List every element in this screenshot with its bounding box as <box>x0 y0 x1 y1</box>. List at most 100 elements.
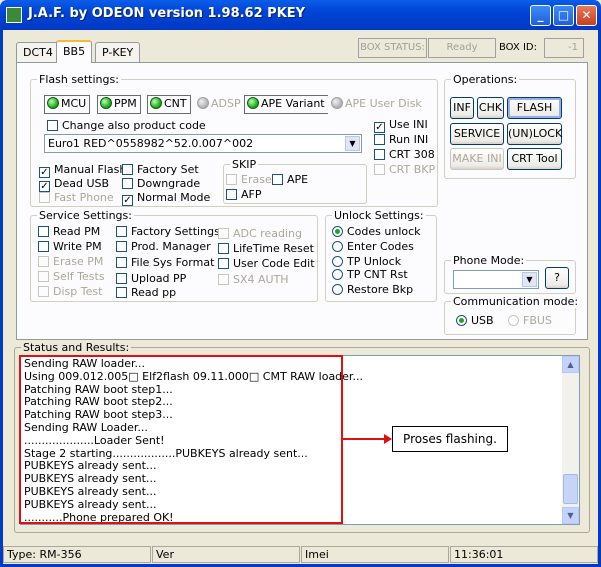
read-pm-checkbox[interactable]: Read PM <box>38 225 100 238</box>
chk-button[interactable]: CHK <box>477 97 504 119</box>
unlock-settings-title: Unlock Settings: <box>332 209 426 222</box>
crt-tool-button[interactable]: CRT Tool <box>507 148 562 170</box>
service-button[interactable]: SERVICE <box>450 123 504 145</box>
crt-bkp-checkbox[interactable]: CRT BKP <box>374 163 435 176</box>
radio-icon <box>332 269 343 280</box>
led-on-icon <box>47 97 59 109</box>
maximize-button[interactable]: □ <box>553 5 574 26</box>
radio-selected-icon <box>332 226 343 237</box>
scroll-down-icon[interactable]: ▼ <box>562 507 579 524</box>
communication-mode-title: Communication mode: <box>451 295 581 308</box>
tab-pkey[interactable]: P-KEY <box>95 42 141 62</box>
checkbox-icon <box>218 243 229 254</box>
minimize-button[interactable]: _ <box>530 5 551 26</box>
enter-codes-radio[interactable]: Enter Codes <box>332 240 414 253</box>
phone-mode-select[interactable]: ▼ <box>453 270 539 289</box>
tab-bb5[interactable]: BB5 <box>56 40 93 63</box>
led-ape-user-disk[interactable]: APE User Disk <box>328 95 426 114</box>
phone-mode-help-button[interactable]: ? <box>545 267 569 289</box>
checkmark-icon: ✓ <box>374 122 385 133</box>
tp-unlock-radio[interactable]: TP Unlock <box>332 255 401 268</box>
make-ini-button[interactable]: MAKE INI <box>450 148 504 170</box>
checkbox-icon <box>47 120 58 131</box>
lifetime-reset-checkbox[interactable]: LifeTime Reset <box>218 242 314 255</box>
chevron-down-icon: ▼ <box>345 136 360 151</box>
skip-title: SKIP <box>230 158 259 171</box>
usb-radio[interactable]: USB <box>456 314 494 327</box>
unlock-button[interactable]: (UN)LOCK <box>507 123 562 145</box>
tab-dct4[interactable]: DCT4 <box>16 42 60 62</box>
led-adsp[interactable]: ADSP <box>194 95 245 114</box>
skip-ape-checkbox[interactable]: APE <box>272 173 308 186</box>
checkbox-icon <box>122 178 133 189</box>
checkbox-icon <box>116 257 127 268</box>
disp-test-checkbox[interactable]: Disp Test <box>38 285 102 298</box>
codes-unlock-radio[interactable]: Codes unlock <box>332 225 421 238</box>
annotation-callout: Proses flashing. <box>392 426 508 452</box>
log-scrollbar[interactable]: ▲ ▼ <box>562 356 579 524</box>
adc-reading-checkbox[interactable]: ADC reading <box>218 227 302 240</box>
chevron-down-icon: ▼ <box>522 272 537 287</box>
box-id-value: -1 <box>544 38 584 58</box>
normal-mode-checkbox[interactable]: ✓ Normal Mode <box>122 191 210 206</box>
product-code-select[interactable]: Euro1 RED^0558982^52.0.007^002 ▼ <box>44 134 362 153</box>
inf-button[interactable]: INF <box>450 97 474 119</box>
skip-afp-checkbox[interactable]: AFP <box>226 188 262 201</box>
box-status-label: BOX STATUS: <box>358 38 427 58</box>
checkbox-icon <box>218 258 229 269</box>
scroll-thumb[interactable] <box>563 474 578 504</box>
dead-usb-checkbox[interactable]: ✓ Dead USB <box>39 177 109 192</box>
flash-button[interactable]: FLASH <box>507 97 562 119</box>
status-time: 11:36:01 <box>450 546 598 563</box>
annotation-arrow-line <box>343 438 387 440</box>
change-product-code-checkbox[interactable]: Change also product code <box>47 119 206 132</box>
led-ape-variant[interactable]: APE Variant <box>244 95 329 114</box>
restore-bkp-radio[interactable]: Restore Bkp <box>332 283 413 296</box>
downgrade-checkbox[interactable]: Downgrade <box>122 177 200 190</box>
arrow-right-icon <box>384 434 392 444</box>
checkbox-icon <box>218 274 229 285</box>
close-button[interactable]: ✕ <box>576 5 597 26</box>
fbus-radio[interactable]: FBUS <box>508 314 552 327</box>
skip-erase-checkbox[interactable]: Erase <box>226 173 272 186</box>
fast-phone-checkbox[interactable]: Fast Phone <box>39 191 114 204</box>
erase-pm-checkbox[interactable]: Erase PM <box>38 255 103 268</box>
upload-pp-checkbox[interactable]: Upload PP <box>116 272 186 285</box>
led-cnt[interactable]: CNT <box>147 95 191 114</box>
crt308-checkbox[interactable]: CRT 308 <box>374 148 435 161</box>
factory-settings-checkbox[interactable]: Factory Settings <box>116 225 220 238</box>
write-pm-checkbox[interactable]: Write PM <box>38 240 102 253</box>
status-imei: Imei <box>301 546 449 563</box>
led-on-icon <box>150 97 162 109</box>
checkbox-icon <box>38 256 49 267</box>
prod-manager-checkbox[interactable]: Prod. Manager <box>116 240 211 253</box>
file-sys-format-checkbox[interactable]: File Sys Format <box>116 256 214 269</box>
checkbox-icon <box>38 271 49 282</box>
box-status-value: Ready <box>428 38 496 58</box>
sx4-auth-checkbox[interactable]: SX4 AUTH <box>218 273 289 286</box>
radio-icon <box>332 256 343 267</box>
use-ini-checkbox[interactable]: ✓ Use INI <box>374 118 428 133</box>
operations-title: Operations: <box>451 73 520 86</box>
radio-icon <box>508 315 519 326</box>
manual-flash-checkbox[interactable]: ✓ Manual Flash <box>39 163 126 178</box>
user-code-edit-checkbox[interactable]: User Code Edit <box>218 257 315 270</box>
checkbox-icon <box>374 164 385 175</box>
box-id-label: BOX ID: <box>499 42 537 53</box>
self-tests-checkbox[interactable]: Self Tests <box>38 270 105 283</box>
checkbox-icon <box>38 241 49 252</box>
run-ini-checkbox[interactable]: Run INI <box>374 133 428 146</box>
led-mcu[interactable]: MCU <box>44 95 91 114</box>
led-ppm[interactable]: PPM <box>97 95 141 114</box>
factory-set-checkbox[interactable]: Factory Set <box>122 163 199 176</box>
status-results-title: Status and Results: <box>21 341 132 354</box>
tp-cnt-rst-radio[interactable]: TP CNT Rst <box>332 268 408 281</box>
flash-settings-title: Flash settings: <box>37 73 121 86</box>
read-pp-checkbox[interactable]: Read pp <box>116 286 176 299</box>
checkbox-icon <box>38 286 49 297</box>
checkbox-icon <box>226 189 237 200</box>
title-bar[interactable]: J.A.F. by ODEON version 1.98.62 PKEY _ □… <box>0 0 601 30</box>
scroll-up-icon[interactable]: ▲ <box>562 356 579 373</box>
led-off-icon <box>331 97 343 109</box>
checkbox-icon <box>272 174 283 185</box>
